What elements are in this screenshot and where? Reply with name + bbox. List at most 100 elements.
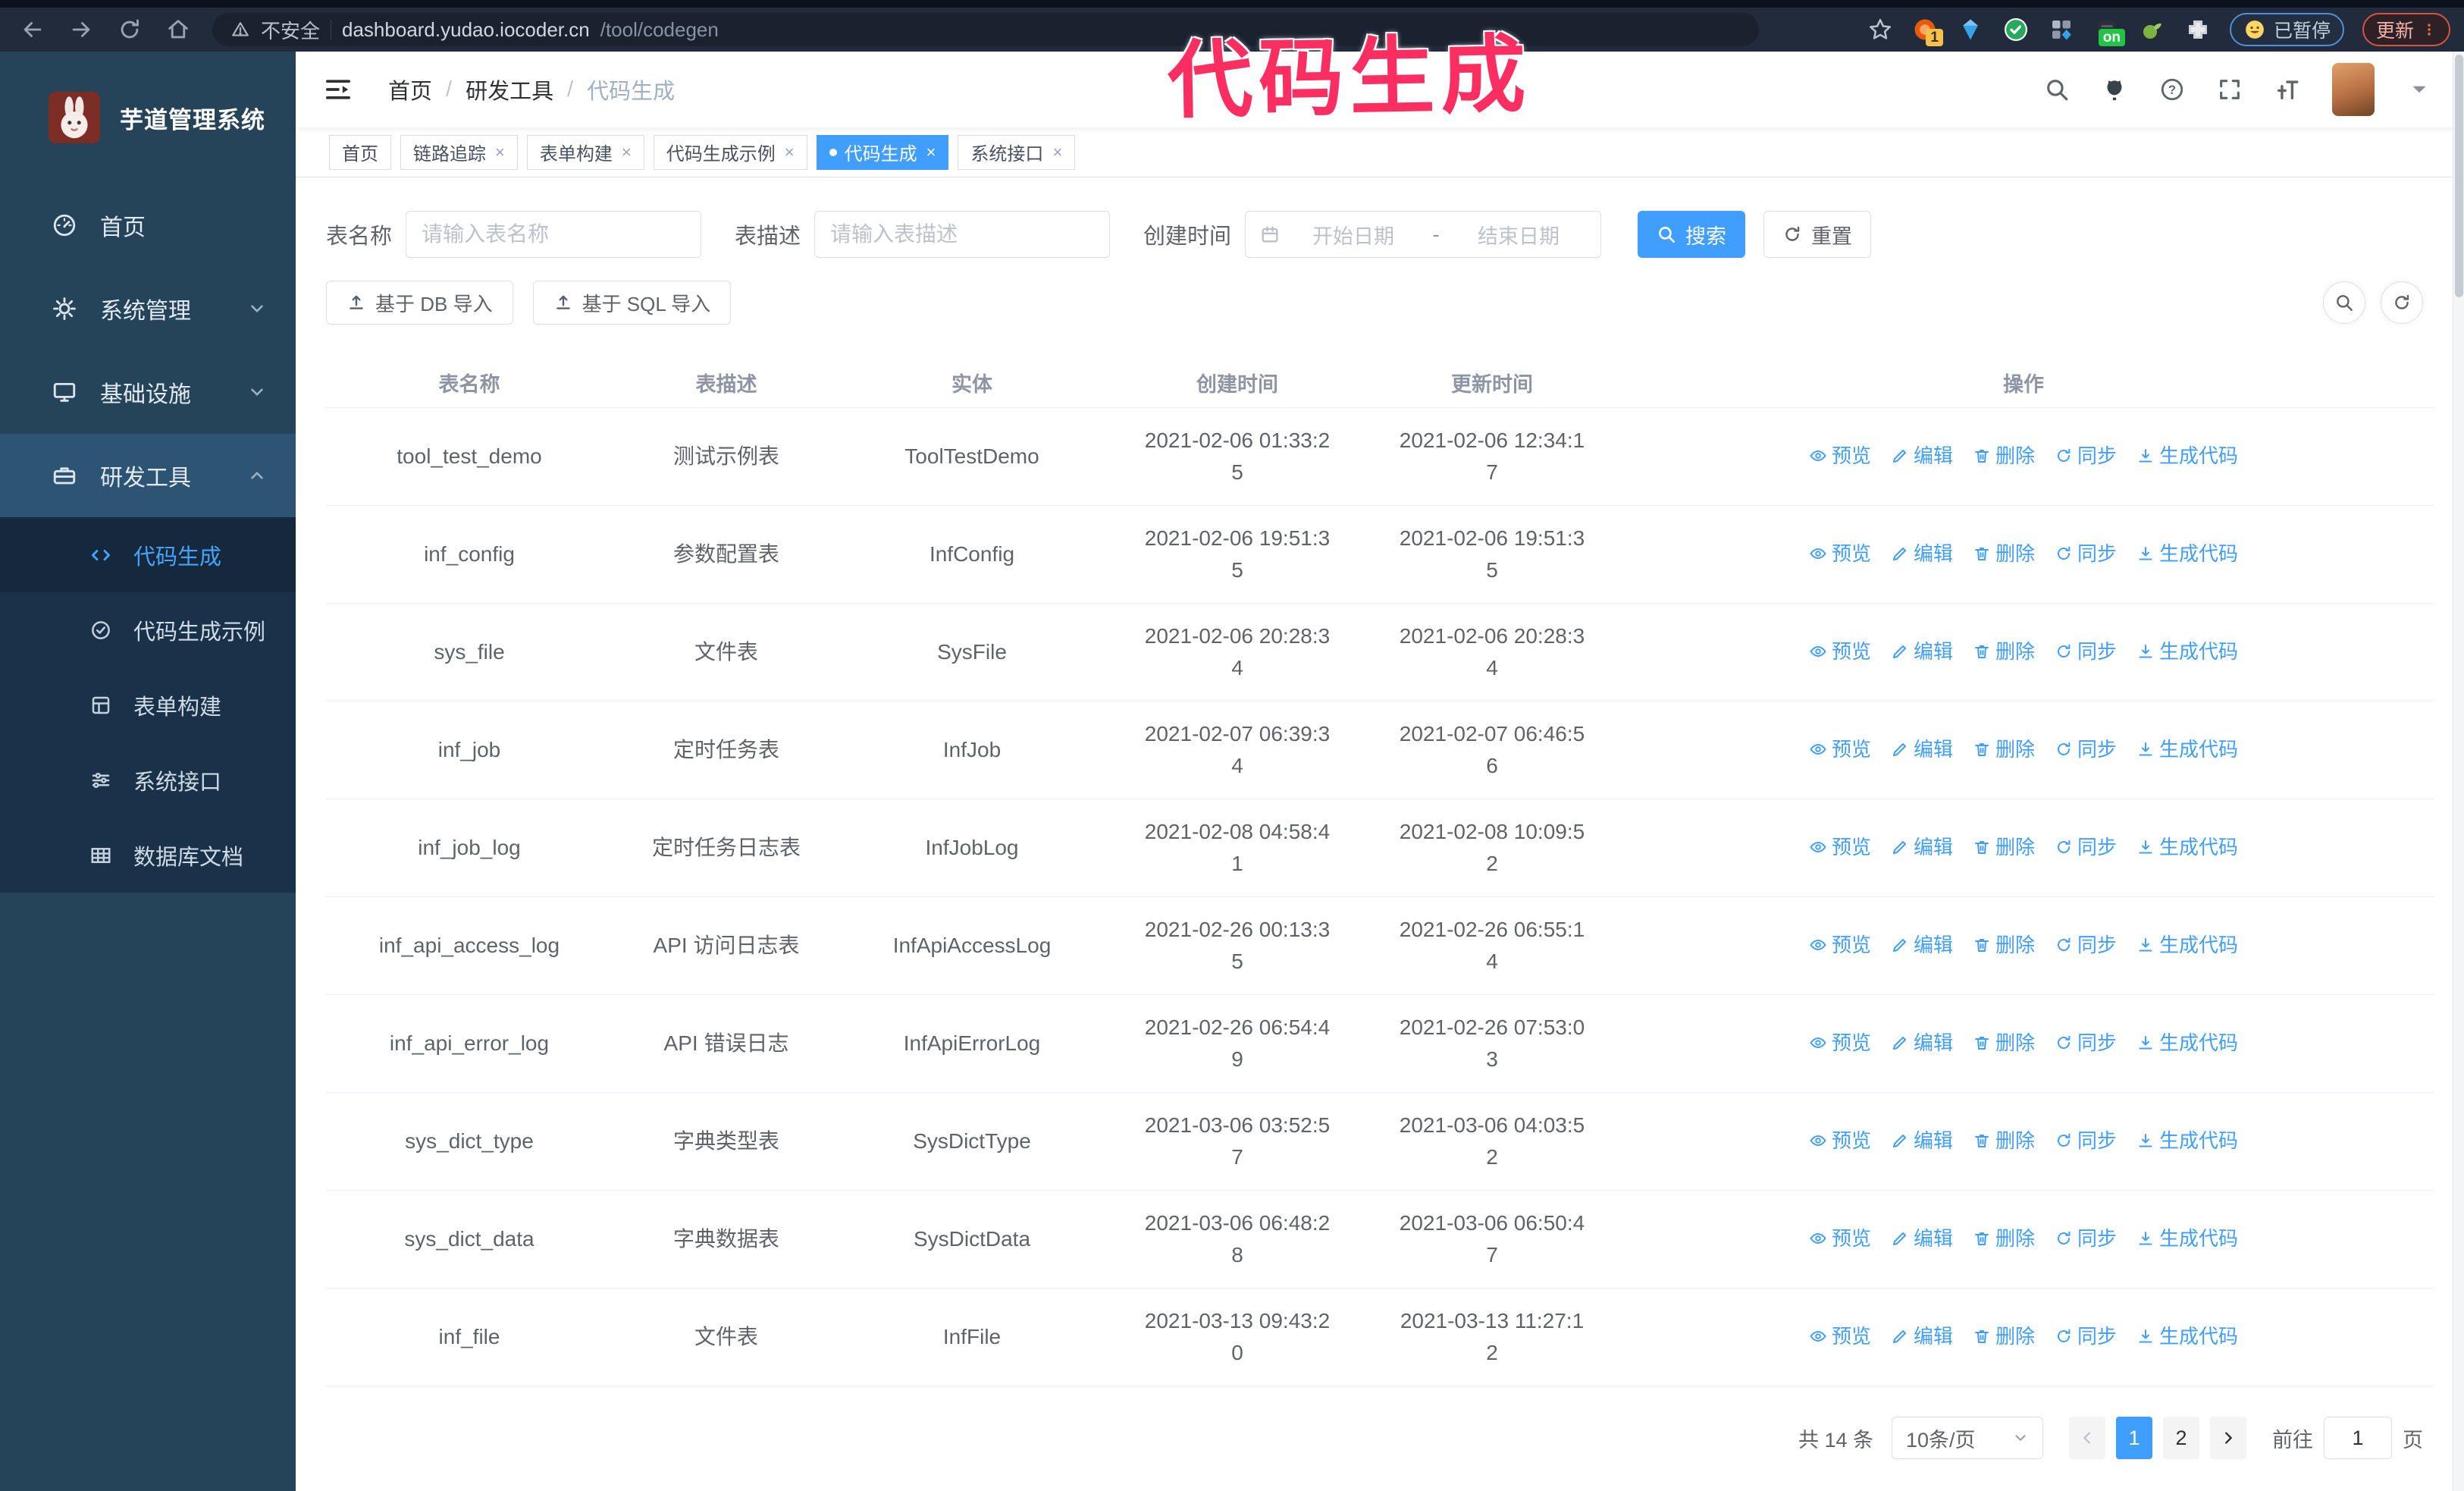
action-sync[interactable]: 同步	[2055, 831, 2117, 863]
table-name-input[interactable]	[406, 211, 702, 258]
action-delete[interactable]: 删除	[1973, 733, 2035, 765]
search-icon[interactable]	[2044, 77, 2070, 102]
breadcrumb-item[interactable]: 首页	[388, 74, 432, 105]
action-sync[interactable]: 同步	[2055, 733, 2117, 765]
table-row[interactable]: inf_file 文件表 InfFile 2021-03-13 09:43:20 202…	[326, 1288, 2434, 1386]
extension-orange-icon[interactable]: 1	[1911, 16, 1943, 46]
action-sync[interactable]: 同步	[2055, 1125, 2117, 1157]
action-generate-code[interactable]: 生成代码	[2136, 440, 2238, 472]
action-edit[interactable]: 编辑	[1891, 831, 1953, 863]
bookmark-star-icon[interactable]	[1867, 17, 1893, 42]
action-delete[interactable]: 删除	[1973, 831, 2035, 863]
github-icon[interactable]	[2102, 77, 2127, 102]
table-row[interactable]: sys_dict_data 字典数据表 SysDictData 2021-03-06 …	[326, 1190, 2434, 1289]
tag-item[interactable]: 代码生成示例 ×	[653, 134, 807, 170]
action-delete[interactable]: 删除	[1973, 1027, 2035, 1059]
page-scrollbar[interactable]	[2453, 52, 2464, 1491]
action-delete[interactable]: 删除	[1973, 1125, 2035, 1157]
toggle-search-button[interactable]	[2323, 281, 2365, 324]
tag-item[interactable]: 链路追踪 ×	[400, 134, 518, 170]
table-row[interactable]: inf_job 定时任务表 InfJob 2021-02-07 06:39:34 202…	[326, 701, 2434, 799]
sidebar-subitem-codegen-example[interactable]: 代码生成示例	[0, 592, 296, 667]
action-sync[interactable]: 同步	[2055, 1027, 2117, 1059]
action-edit[interactable]: 编辑	[1891, 636, 1953, 667]
action-edit[interactable]: 编辑	[1891, 1223, 1953, 1254]
sidebar-subitem-form-builder[interactable]: 表单构建	[0, 667, 296, 742]
action-edit[interactable]: 编辑	[1891, 1320, 1953, 1352]
action-generate-code[interactable]: 生成代码	[2136, 1320, 2238, 1352]
table-desc-input[interactable]	[814, 211, 1111, 258]
action-generate-code[interactable]: 生成代码	[2136, 929, 2238, 961]
sidebar-item-dev-tools[interactable]: 研发工具	[0, 434, 296, 517]
fullscreen-icon[interactable]	[2217, 77, 2243, 102]
action-edit[interactable]: 编辑	[1891, 440, 1953, 472]
update-button[interactable]: 更新	[2362, 13, 2450, 46]
font-size-icon[interactable]	[2274, 77, 2300, 102]
scrollbar-thumb[interactable]	[2455, 55, 2463, 297]
action-sync[interactable]: 同步	[2055, 440, 2117, 472]
action-edit[interactable]: 编辑	[1891, 538, 1953, 570]
tag-item[interactable]: 系统接口 ×	[958, 134, 1076, 170]
table-row[interactable]: inf_api_access_log API 访问日志表 InfApiAccessL…	[326, 896, 2434, 995]
user-avatar[interactable]	[2332, 63, 2375, 116]
reload-icon[interactable]	[117, 17, 143, 42]
table-row[interactable]: tool_test_demo 测试示例表 ToolTestDemo 2021-02-0…	[326, 407, 2434, 506]
action-preview[interactable]: 预览	[1809, 1223, 1871, 1254]
profile-chip[interactable]: 已暂停	[2229, 13, 2344, 46]
sidebar-item-home[interactable]: 首页	[0, 184, 296, 267]
sidebar-subitem-codegen[interactable]: 代码生成	[0, 517, 296, 592]
hamburger-icon[interactable]	[323, 74, 353, 105]
action-generate-code[interactable]: 生成代码	[2136, 1223, 2238, 1254]
close-icon[interactable]: ×	[1052, 143, 1062, 162]
extension-gem-icon[interactable]	[1957, 16, 1984, 43]
extension-dark-icon[interactable]: on	[2093, 16, 2125, 46]
action-generate-code[interactable]: 生成代码	[2136, 1027, 2238, 1059]
page-size-select[interactable]: 10条/页	[1892, 1417, 2043, 1459]
action-sync[interactable]: 同步	[2055, 636, 2117, 667]
tag-item[interactable]: 代码生成 ×	[816, 134, 949, 170]
table-row[interactable]: inf_api_error_log API 错误日志 InfApiErrorLog 2…	[326, 994, 2434, 1093]
back-icon[interactable]	[20, 17, 45, 42]
action-preview[interactable]: 预览	[1809, 1125, 1871, 1157]
action-preview[interactable]: 预览	[1809, 1320, 1871, 1352]
tag-item[interactable]: 首页	[329, 134, 391, 170]
extension-plant-icon[interactable]	[2139, 16, 2166, 43]
date-range-picker[interactable]: 开始日期 - 结束日期	[1245, 211, 1602, 258]
action-preview[interactable]: 预览	[1809, 440, 1871, 472]
refresh-table-button[interactable]	[2381, 281, 2423, 324]
action-delete[interactable]: 删除	[1973, 1223, 2035, 1254]
address-bar[interactable]: 不安全 dashboard.yudao.iocoder.cn/tool/code…	[212, 13, 1759, 46]
action-preview[interactable]: 预览	[1809, 929, 1871, 961]
action-delete[interactable]: 删除	[1973, 1320, 2035, 1352]
action-generate-code[interactable]: 生成代码	[2136, 831, 2238, 863]
action-delete[interactable]: 删除	[1973, 636, 2035, 667]
tag-item[interactable]: 表单构建 ×	[526, 134, 644, 170]
action-delete[interactable]: 删除	[1973, 929, 2035, 961]
prev-page-button[interactable]	[2069, 1417, 2105, 1459]
page-button-1[interactable]: 1	[2116, 1417, 2152, 1459]
close-icon[interactable]: ×	[926, 143, 936, 162]
action-sync[interactable]: 同步	[2055, 1320, 2117, 1352]
table-row[interactable]: sys_dict_type 字典类型表 SysDictType 2021-03-06 …	[326, 1092, 2434, 1191]
action-delete[interactable]: 删除	[1973, 538, 2035, 570]
action-sync[interactable]: 同步	[2055, 1223, 2117, 1254]
sidebar-item-system-management[interactable]: 系统管理	[0, 267, 296, 350]
page-button-2[interactable]: 2	[2163, 1417, 2199, 1459]
action-generate-code[interactable]: 生成代码	[2136, 733, 2238, 765]
action-edit[interactable]: 编辑	[1891, 929, 1953, 961]
table-row[interactable]: sys_file 文件表 SysFile 2021-02-06 20:28:34 202…	[326, 603, 2434, 702]
reset-button[interactable]: 重置	[1763, 211, 1872, 258]
action-preview[interactable]: 预览	[1809, 636, 1871, 667]
table-row[interactable]: inf_job_log 定时任务日志表 InfJobLog 2021-02-08 04…	[326, 799, 2434, 897]
next-page-button[interactable]	[2210, 1417, 2246, 1459]
goto-page-input[interactable]	[2324, 1417, 2392, 1459]
extension-grid-icon[interactable]	[2048, 16, 2075, 43]
action-preview[interactable]: 预览	[1809, 733, 1871, 765]
forward-icon[interactable]	[68, 17, 94, 42]
action-edit[interactable]: 编辑	[1891, 1027, 1953, 1059]
extension-check-icon[interactable]	[2002, 16, 2030, 43]
action-generate-code[interactable]: 生成代码	[2136, 636, 2238, 667]
import-db-button[interactable]: 基于 DB 导入	[326, 281, 513, 325]
caret-down-icon[interactable]	[2406, 77, 2432, 102]
action-delete[interactable]: 删除	[1973, 440, 2035, 472]
